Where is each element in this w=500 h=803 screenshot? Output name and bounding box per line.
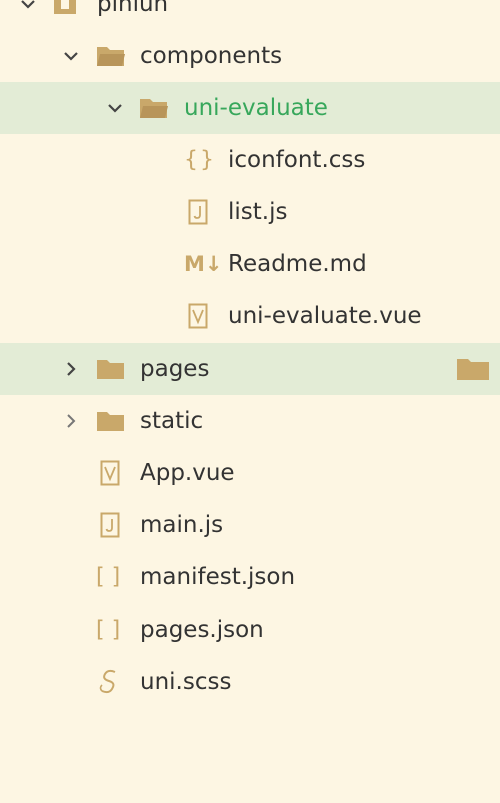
tree-item-label: pages — [140, 356, 210, 382]
tree-item-manifest-json[interactable]: [ ] manifest.json — [0, 551, 500, 603]
folder-icon — [97, 412, 124, 431]
tree-item-components[interactable]: components — [0, 30, 500, 82]
vue-file-icon — [188, 303, 208, 329]
folder-open-icon — [140, 99, 168, 118]
tree-item-label: list.js — [228, 199, 288, 225]
tree-item-list-js[interactable]: list.js — [0, 186, 500, 238]
markdown-file-icon: M↓ — [184, 252, 223, 276]
json-file-icon: [ ] — [96, 564, 121, 590]
tree-item-label: uni.scss — [140, 669, 232, 695]
project-explorer: pinlun components uni-evaluate {} iconfo… — [0, 0, 500, 803]
tree-item-pages[interactable]: pages — [0, 343, 500, 395]
chevron-down-icon[interactable] — [18, 0, 38, 14]
tree-item-label: pages.json — [140, 617, 264, 643]
tree-item-label: iconfont.css — [228, 147, 366, 173]
tree-item-uni-evaluate[interactable]: uni-evaluate — [0, 82, 500, 134]
tree-item-label: components — [140, 43, 283, 69]
tree-item-readme-md[interactable]: M↓ Readme.md — [0, 238, 500, 290]
tree-item-main-js[interactable]: main.js — [0, 499, 500, 551]
project-icon — [54, 0, 76, 14]
folder-open-icon — [97, 47, 125, 66]
tree-item-pages-json[interactable]: [ ] pages.json — [0, 604, 500, 656]
tree-item-uni-evaluate-vue[interactable]: uni-evaluate.vue — [0, 290, 500, 342]
tree-item-static[interactable]: static — [0, 395, 500, 447]
scss-file-icon — [99, 669, 116, 694]
tree-item-label: uni-evaluate.vue — [228, 303, 422, 329]
js-file-icon — [100, 512, 120, 538]
js-file-icon — [188, 199, 208, 225]
chevron-right-icon[interactable] — [61, 411, 81, 431]
vue-file-icon — [100, 460, 120, 486]
new-folder-icon[interactable] — [456, 356, 490, 382]
chevron-down-icon[interactable] — [61, 46, 81, 66]
tree-item-uni-scss[interactable]: uni.scss — [0, 656, 500, 708]
json-file-icon: [ ] — [96, 617, 121, 643]
chevron-down-icon[interactable] — [105, 98, 125, 118]
tree-item-label: manifest.json — [140, 564, 296, 590]
tree-item-label: Readme.md — [228, 251, 367, 277]
tree-item-label: App.vue — [140, 460, 235, 486]
tree-item-label: main.js — [140, 512, 224, 538]
tree-item-label: uni-evaluate — [184, 95, 328, 121]
css-file-icon: {} — [184, 147, 216, 173]
tree-item-label: static — [140, 408, 204, 434]
tree-item-app-vue[interactable]: App.vue — [0, 447, 500, 499]
tree-item-pinlun[interactable]: pinlun — [0, 0, 500, 30]
tree-item-iconfont-css[interactable]: {} iconfont.css — [0, 134, 500, 186]
chevron-right-icon[interactable] — [61, 359, 81, 379]
folder-icon — [97, 360, 124, 379]
tree-item-label: pinlun — [97, 0, 169, 17]
